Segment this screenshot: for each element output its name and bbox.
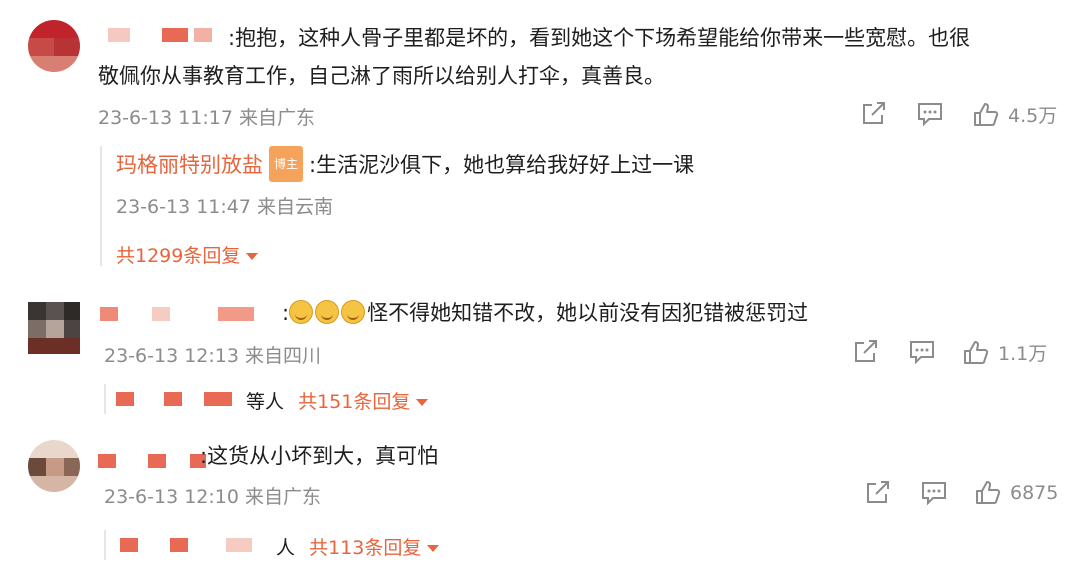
mosaic-block — [218, 307, 254, 321]
mosaic-block — [120, 538, 138, 552]
avatar-pixel — [28, 20, 80, 38]
avatar-pixel — [46, 302, 64, 320]
mosaic-block — [100, 307, 118, 321]
blurred-username[interactable] — [100, 303, 280, 325]
share-button[interactable] — [852, 339, 880, 365]
thumbs-up-icon — [962, 340, 990, 366]
avatar-pixel — [28, 302, 46, 320]
comment-text: :这货从小坏到大，真可怕 — [200, 444, 439, 468]
mosaic-block — [204, 392, 232, 406]
comment-icon — [920, 480, 948, 506]
share-icon — [860, 101, 888, 127]
mosaic-block — [194, 28, 212, 42]
reply-summary[interactable]: 等人 共151条回复 — [104, 384, 506, 414]
blurred-username[interactable] — [100, 24, 230, 46]
mosaic-block — [148, 454, 166, 468]
blurred-usernames — [120, 534, 270, 556]
avatar-pixel — [28, 38, 54, 56]
replies-suffix: 等人 — [246, 391, 285, 413]
share-icon — [852, 339, 880, 365]
thumbs-up-icon — [972, 102, 1000, 128]
avatar-pixel — [28, 320, 46, 338]
mosaic-block — [164, 392, 182, 406]
comment-button[interactable] — [920, 480, 948, 506]
reply-author[interactable]: 玛格丽特别放盐 — [116, 153, 263, 177]
comment-actions: 4.5万 — [860, 101, 1060, 129]
avatar-pixel — [28, 440, 80, 458]
comment-timestamp: 23-6-13 12:10 来自广东 — [104, 486, 321, 508]
comment-actions: 6875 — [864, 480, 1064, 508]
reply-line: 玛格丽特别放盐 博主:生活泥沙俱下，她也算给我好好上过一课 — [116, 146, 695, 184]
blurred-usernames — [116, 388, 246, 410]
author-badge: 博主 — [269, 146, 304, 182]
comment-timestamp: 23-6-13 11:17 来自广东 — [98, 107, 315, 129]
avatar-pixel — [54, 38, 80, 56]
emoji-icon — [289, 300, 314, 324]
replies-suffix: 人 — [276, 537, 296, 559]
chevron-down-icon — [246, 253, 259, 260]
avatar[interactable] — [28, 440, 80, 492]
reply-text: :生活泥沙俱下，她也算给我好好上过一课 — [309, 153, 695, 177]
like-button[interactable]: 1.1万 — [962, 339, 1047, 366]
like-button[interactable]: 4.5万 — [972, 101, 1057, 128]
colon: : — [282, 301, 290, 325]
avatar-pixel — [46, 320, 64, 338]
chevron-down-icon — [427, 545, 440, 552]
avatar-pixel — [64, 302, 80, 320]
comment-actions: 1.1万 — [852, 339, 1062, 367]
comment-timestamp: 23-6-13 12:13 来自四川 — [104, 345, 321, 367]
emoji-icon — [315, 300, 340, 324]
reply-summary[interactable]: 人 共113条回复 — [104, 530, 506, 560]
mosaic-block — [152, 307, 170, 321]
like-button[interactable]: 6875 — [974, 480, 1058, 506]
mosaic-block — [226, 538, 252, 552]
comment-text: 敬佩你从事教育工作，自己淋了雨所以给别人打伞，真善良。 — [98, 64, 665, 88]
share-icon — [864, 480, 892, 506]
avatar-pixel — [28, 338, 80, 354]
like-count: 1.1万 — [998, 343, 1048, 365]
share-button[interactable] — [864, 480, 892, 506]
comment-button[interactable] — [908, 339, 936, 365]
avatar[interactable] — [28, 302, 80, 354]
thumbs-up-icon — [974, 480, 1002, 506]
mosaic-block — [108, 28, 130, 42]
comment-body: 怪不得她知错不改，她以前没有因犯错被惩罚过 — [367, 301, 809, 325]
avatar-pixel — [28, 56, 80, 72]
avatar[interactable] — [28, 20, 80, 72]
reply-thread: 玛格丽特别放盐 博主:生活泥沙俱下，她也算给我好好上过一课 23-6-13 11:… — [100, 146, 1002, 268]
comment-button[interactable] — [916, 101, 944, 127]
reply-summary-text: 人 共113条回复 — [276, 533, 440, 560]
like-count: 4.5万 — [1008, 105, 1058, 127]
comment-icon — [916, 101, 944, 127]
avatar-pixel — [64, 458, 80, 476]
more-replies-link[interactable]: 共1299条回复 — [116, 241, 259, 268]
mosaic-block — [116, 392, 134, 406]
avatar-pixel — [64, 320, 80, 338]
share-button[interactable] — [860, 101, 888, 127]
emoji-icon — [341, 300, 366, 324]
chevron-down-icon — [416, 399, 429, 406]
avatar-pixel — [28, 476, 80, 492]
comment-text: :抱抱，这种人骨子里都是坏的，看到她这个下场希望能给你带来一些宽慰。也很 — [228, 26, 971, 50]
reply-timestamp: 23-6-13 11:47 来自云南 — [116, 196, 333, 218]
like-count: 6875 — [1010, 482, 1059, 504]
more-replies-label[interactable]: 共151条回复 — [298, 391, 410, 413]
more-replies-label: 共1299条回复 — [116, 245, 241, 267]
avatar-pixel — [46, 458, 64, 476]
comment-icon — [908, 339, 936, 365]
mosaic-block — [170, 538, 188, 552]
more-replies-label[interactable]: 共113条回复 — [309, 537, 421, 559]
comment-text: : 怪不得她知错不改，她以前没有因犯错被惩罚过 — [282, 297, 808, 329]
mosaic-block — [98, 454, 116, 468]
reply-summary-text: 等人 共151条回复 — [246, 387, 429, 414]
mosaic-block — [162, 28, 188, 42]
avatar-pixel — [28, 458, 46, 476]
